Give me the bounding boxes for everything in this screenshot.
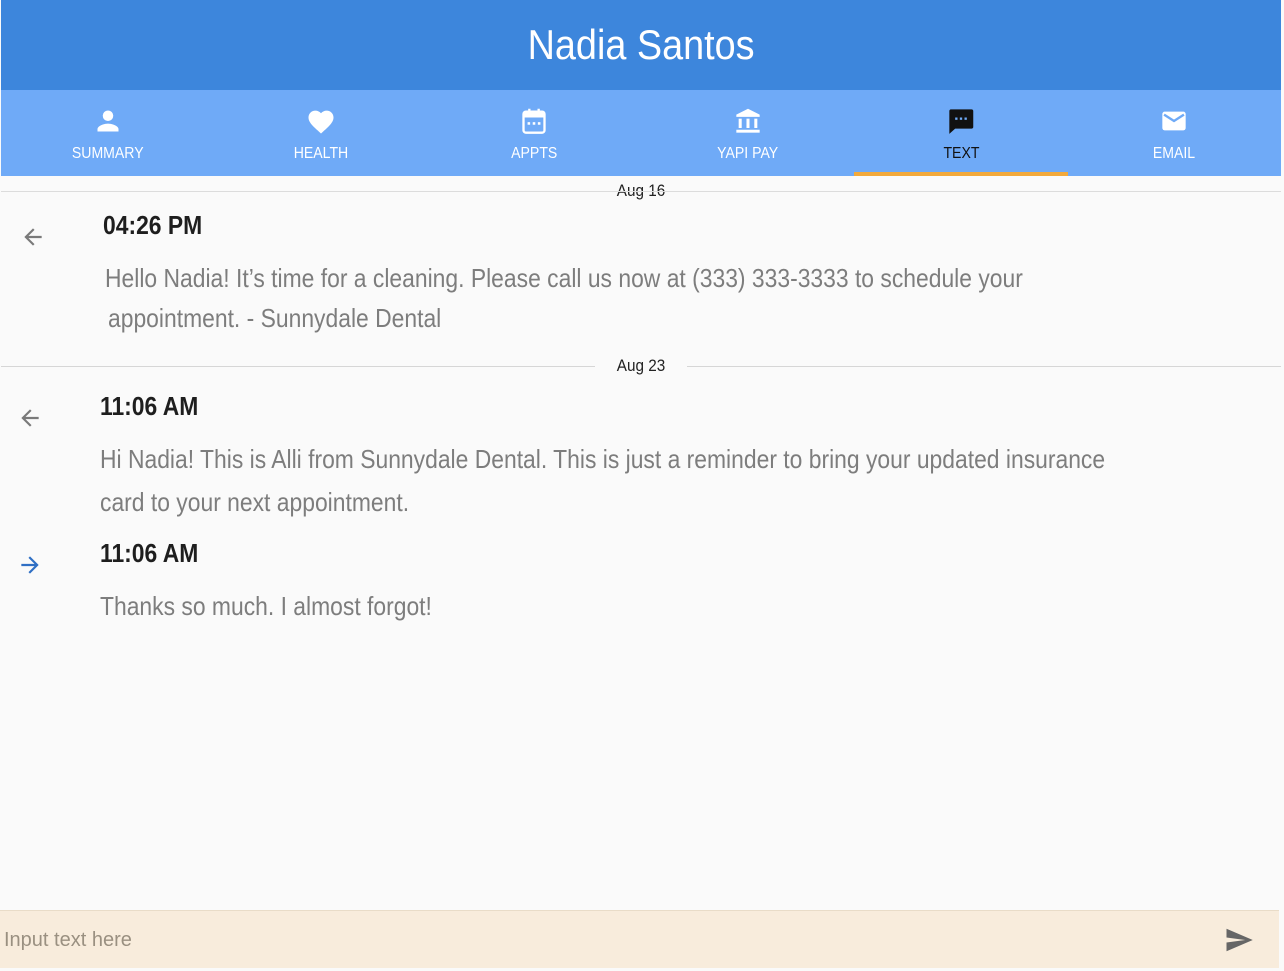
heart-icon — [308, 110, 334, 134]
tab-email[interactable]: EMAIL — [1068, 90, 1281, 176]
message-text: card to your next appointment. — [100, 487, 410, 517]
page-title: Nadia Santos — [527, 21, 755, 68]
active-tab-indicator — [854, 172, 1068, 176]
tab-label: TEXT — [942, 145, 979, 162]
tab-label: HEALTH — [293, 145, 349, 162]
arrow-left-icon — [24, 228, 42, 246]
message-composer — [0, 910, 1279, 968]
envelope-icon — [1162, 111, 1186, 131]
message-time: 11:06 AM — [100, 538, 199, 568]
message-time: 04:26 PM — [103, 210, 203, 240]
tab-yapi-pay[interactable]: YAPI PAY — [641, 90, 854, 176]
send-icon[interactable] — [1222, 925, 1256, 955]
message-text: Hello Nadia! It’s time for a cleaning. P… — [105, 263, 1023, 293]
tab-bar: SUMMARY HEALTH APPTS YAPI PAY TEXT EMAIL — [1, 90, 1281, 176]
date-separator: Aug 23 — [1, 352, 1281, 375]
calendar-icon — [522, 108, 546, 134]
tab-appts[interactable]: APPTS — [428, 90, 641, 176]
header: Nadia Santos — [1, 0, 1281, 90]
tab-summary[interactable]: SUMMARY — [1, 90, 214, 176]
date-label: Aug 23 — [616, 356, 666, 375]
tab-label: EMAIL — [1153, 145, 1196, 162]
arrow-right-icon — [21, 556, 39, 574]
divider — [1, 366, 595, 367]
divider — [1, 191, 1281, 192]
divider — [687, 366, 1281, 367]
message-text: Thanks so much. I almost forgot! — [100, 591, 432, 621]
message-time: 11:06 AM — [100, 391, 199, 421]
chat-bubble-icon — [949, 109, 974, 134]
message-text: appointment. - Sunnydale Dental — [108, 303, 442, 333]
tab-health[interactable]: HEALTH — [214, 90, 427, 176]
bank-icon — [735, 108, 760, 133]
app: Nadia Santos SUMMARY HEALTH APPTS YAPI P… — [0, 0, 1284, 971]
tab-label: SUMMARY — [71, 145, 144, 162]
message-input[interactable] — [4, 921, 1184, 959]
message-text: Hi Nadia! This is Alli from Sunnydale De… — [100, 444, 1106, 474]
tab-text[interactable]: TEXT — [854, 90, 1068, 176]
tab-label: YAPI PAY — [717, 145, 779, 162]
person-icon — [97, 110, 119, 132]
date-separator: Aug 16 — [1, 177, 1281, 200]
tab-label: APPTS — [511, 145, 558, 162]
arrow-left-icon — [21, 409, 39, 427]
